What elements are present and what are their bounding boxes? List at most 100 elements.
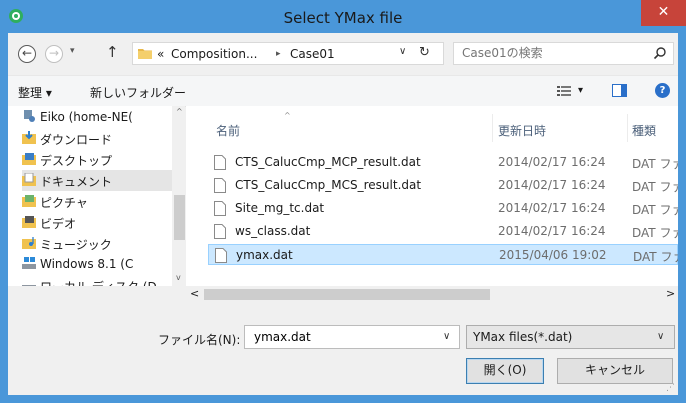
preview-pane-icon[interactable]	[612, 84, 627, 97]
scroll-up-icon[interactable]: ^	[176, 107, 183, 116]
sidebar-item-label: ビデオ	[40, 217, 77, 231]
file-row-selected[interactable]: ymax.dat 2015/04/06 19:02 DAT ファイ	[208, 244, 678, 265]
videos-folder-icon	[22, 216, 36, 228]
file-name: CTS_CalucCmp_MCP_result.dat	[235, 155, 421, 169]
file-icon	[214, 155, 226, 170]
sidebar-item-label: Windows 8.1 (C	[40, 257, 134, 271]
network-user-icon	[24, 110, 35, 122]
search-box[interactable]	[453, 42, 674, 65]
scroll-left-icon[interactable]: <	[190, 287, 199, 300]
title-bar[interactable]: Select YMax file ✕	[0, 0, 686, 33]
sidebar-item-drive-c[interactable]: Windows 8.1 (C	[22, 254, 172, 275]
close-icon: ✕	[657, 4, 670, 20]
close-button[interactable]: ✕	[641, 0, 686, 26]
sidebar-item-desktop[interactable]: デスクトップ	[22, 149, 172, 170]
file-date: 2014/02/17 16:24	[498, 178, 606, 192]
music-folder-icon	[22, 237, 36, 249]
address-dropdown-icon[interactable]: ∨	[399, 46, 406, 57]
file-type: DAT ファイ	[632, 180, 678, 194]
pictures-folder-icon	[22, 195, 36, 207]
command-bar: 整理 ▾ 新しいフォルダー ▾ ?	[8, 75, 678, 107]
column-header-date[interactable]: 更新日時	[498, 122, 546, 139]
filename-label: ファイル名(N):	[158, 333, 241, 347]
new-folder-button[interactable]: 新しいフォルダー	[90, 84, 186, 101]
file-type: DAT ファイ	[632, 157, 678, 171]
back-button[interactable]: ←	[18, 45, 36, 63]
scroll-down-icon[interactable]: v	[176, 273, 181, 282]
filetype-dropdown-icon[interactable]: ∨	[657, 331, 664, 342]
file-name: Site_mg_tc.dat	[235, 201, 325, 215]
view-options-icon[interactable]	[557, 86, 571, 96]
dialog-client: ← → ▾ ↑ « Composition... ▸ Case01 ∨ ↻ 整理…	[8, 33, 678, 395]
sidebar-item-videos[interactable]: ビデオ	[22, 212, 172, 233]
sidebar-item-label: ピクチャ	[40, 196, 88, 210]
file-list-scroll-thumb[interactable]	[204, 289, 490, 300]
column-header-name[interactable]: 名前	[216, 122, 240, 139]
recent-locations-dropdown[interactable]: ▾	[70, 46, 75, 56]
cancel-button[interactable]: キャンセル	[557, 358, 673, 384]
filetype-select[interactable]: YMax files(*.dat) ∨	[466, 325, 675, 349]
filetype-value: YMax files(*.dat)	[473, 330, 573, 344]
navigation-pane: Eiko (home-NE( ダウンロード デスクトップ ドキュメント ピクチャ…	[8, 106, 185, 286]
sidebar-item-documents[interactable]: ドキュメント	[22, 170, 172, 191]
breadcrumb-case01[interactable]: Case01	[290, 47, 335, 61]
file-type: DAT ファイ	[632, 203, 678, 217]
desktop-folder-icon	[22, 153, 36, 165]
window-title: Select YMax file	[283, 9, 403, 27]
sidebar-item-label: Eiko (home-NE(	[40, 110, 133, 124]
sidebar-item-music[interactable]: ミュージック	[22, 233, 172, 254]
sort-ascending-icon: ^	[284, 111, 291, 120]
file-row[interactable]: CTS_CalucCmp_MCP_result.dat 2014/02/17 1…	[208, 152, 678, 173]
sidebar-item-downloads[interactable]: ダウンロード	[22, 128, 172, 149]
filename-input[interactable]	[252, 329, 436, 345]
file-type: DAT ファイ	[633, 250, 678, 264]
sidebar-item-label: ダウンロード	[40, 133, 113, 147]
sidebar-item-drive-d[interactable]: ローカル ディスク (D	[22, 275, 172, 286]
filename-combobox[interactable]: ∨	[244, 325, 460, 349]
view-dropdown-icon[interactable]: ▾	[578, 85, 583, 96]
file-name: CTS_CalucCmp_MCS_result.dat	[235, 178, 422, 192]
back-arrow-icon: ←	[21, 46, 33, 60]
file-icon	[214, 224, 226, 239]
sidebar-item-label: デスクトップ	[40, 154, 113, 168]
column-divider[interactable]	[492, 114, 493, 142]
file-list: ^ 名前 更新日時 種類 CTS_CalucCmp_MCP_result.dat…	[186, 106, 678, 286]
column-header-type[interactable]: 種類	[632, 122, 656, 139]
resize-grip-icon[interactable]: ⋰	[666, 383, 675, 393]
file-type: DAT ファイ	[632, 226, 678, 240]
scroll-right-icon[interactable]: >	[666, 287, 675, 300]
sidebar-item-label: ドキュメント	[40, 175, 113, 189]
search-icon[interactable]	[653, 46, 667, 60]
file-row[interactable]: CTS_CalucCmp_MCS_result.dat 2014/02/17 1…	[208, 175, 678, 196]
forward-arrow-icon: →	[48, 46, 60, 60]
column-divider[interactable]	[627, 114, 628, 142]
search-input[interactable]	[460, 45, 644, 61]
up-folder-button[interactable]: ↑	[106, 43, 119, 61]
file-date: 2014/02/17 16:24	[498, 201, 606, 215]
file-list-scrollbar[interactable]: < >	[186, 286, 678, 303]
sidebar-item-eiko[interactable]: Eiko (home-NE(	[22, 107, 172, 128]
file-icon	[215, 248, 227, 263]
refresh-icon[interactable]: ↻	[419, 45, 430, 60]
file-row[interactable]: ws_class.dat 2014/02/17 16:24 DAT ファイ	[208, 221, 678, 242]
breadcrumb-overflow[interactable]: «	[157, 47, 164, 61]
help-icon[interactable]: ?	[655, 83, 670, 98]
forward-button[interactable]: →	[45, 45, 63, 63]
folder-icon	[138, 49, 152, 59]
breadcrumb-composition[interactable]: Composition...	[171, 47, 257, 61]
downloads-folder-icon	[22, 131, 36, 144]
organize-button[interactable]: 整理 ▾	[18, 84, 52, 101]
address-bar[interactable]: « Composition... ▸ Case01 ∨ ↻	[132, 42, 444, 65]
drive-icon	[22, 285, 36, 286]
file-row[interactable]: Site_mg_tc.dat 2014/02/17 16:24 DAT ファイ	[208, 198, 678, 219]
sidebar-item-pictures[interactable]: ピクチャ	[22, 191, 172, 212]
file-date: 2014/02/17 16:24	[498, 155, 606, 169]
open-button[interactable]: 開く(O)	[466, 358, 544, 384]
filename-dropdown-icon[interactable]: ∨	[443, 331, 450, 342]
breadcrumb-separator: ▸	[276, 49, 281, 59]
sidebar-scroll-thumb[interactable]	[174, 195, 185, 240]
file-name: ymax.dat	[236, 248, 293, 262]
sidebar-item-label: ローカル ディスク (D	[40, 278, 157, 286]
file-icon	[214, 178, 226, 193]
file-date: 2015/04/06 19:02	[499, 248, 607, 262]
